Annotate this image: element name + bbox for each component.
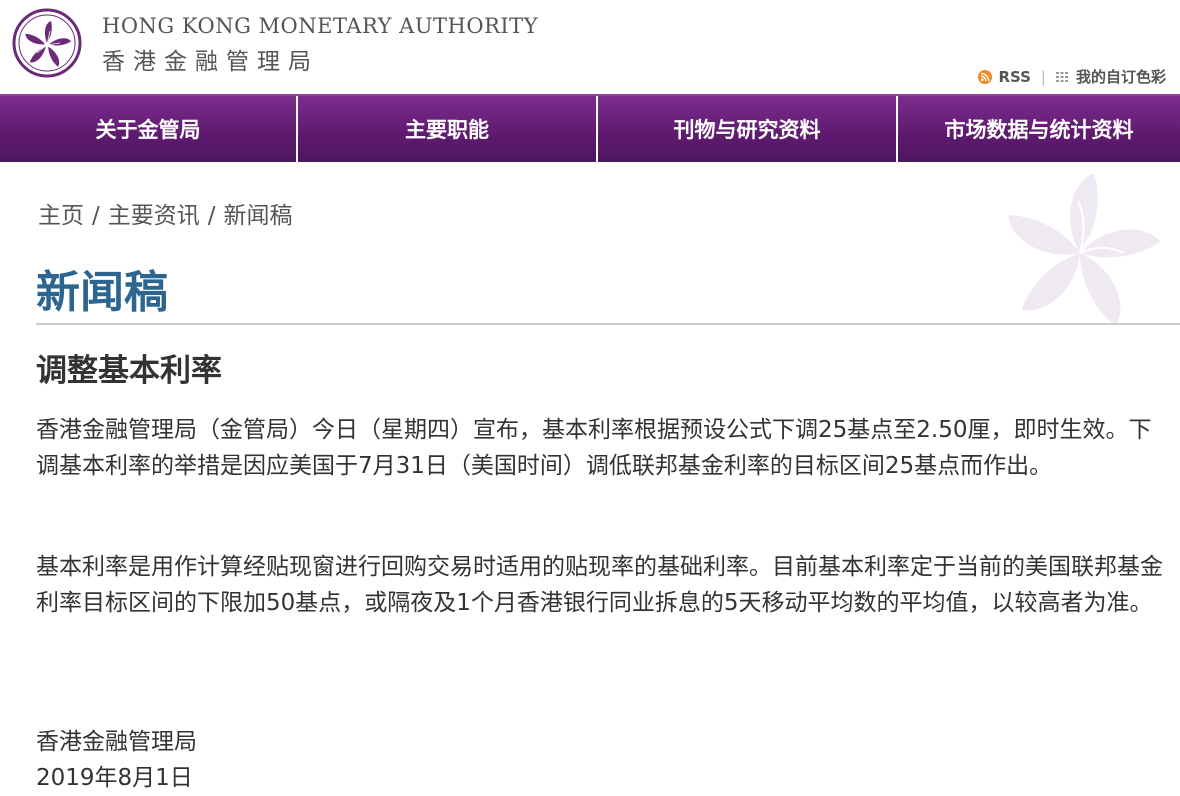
nav-item-market-data[interactable]: 市场数据与统计资料: [898, 96, 1180, 162]
breadcrumb-press-releases[interactable]: 新闻稿: [224, 203, 293, 229]
utility-links: RSS | 我的自订色彩: [978, 66, 1166, 87]
rss-icon[interactable]: [978, 69, 993, 84]
signoff-organization: 香港金融管理局: [36, 729, 197, 755]
breadcrumb-separator: /: [92, 203, 100, 229]
breadcrumb: 主页 / 主要资讯 / 新闻稿: [38, 196, 293, 230]
breadcrumb-key-info[interactable]: 主要资讯: [108, 203, 200, 229]
org-name-zh: 香港金融管理局: [102, 49, 319, 75]
site-header: HONG KONG MONETARY AUTHORITY 香港金融管理局 RSS…: [0, 0, 1180, 94]
breadcrumb-home[interactable]: 主页: [38, 203, 84, 229]
org-name-en: HONG KONG MONETARY AUTHORITY: [102, 14, 539, 38]
grid-dots-icon: [1055, 71, 1068, 82]
nav-item-key-functions[interactable]: 主要职能: [298, 96, 598, 162]
bauhinia-watermark-icon: [1008, 173, 1161, 326]
title-divider: [36, 323, 1180, 325]
signoff-date: 2019年8月1日: [36, 765, 193, 791]
nav-item-about[interactable]: 关于金管局: [0, 96, 298, 162]
rss-link[interactable]: RSS: [998, 68, 1030, 86]
page-title: 新闻稿: [36, 267, 168, 318]
custom-color-link[interactable]: 我的自订色彩: [1076, 66, 1166, 87]
article-paragraph: 基本利率是用作计算经贴现窗进行回购交易时适用的贴现率的基础利率。目前基本利率定于…: [36, 554, 1163, 616]
bauhinia-logo-icon[interactable]: [12, 8, 82, 78]
nav-item-publications[interactable]: 刊物与研究资料: [598, 96, 898, 162]
breadcrumb-separator: /: [207, 203, 216, 229]
main-nav: 关于金管局 主要职能 刊物与研究资料 市场数据与统计资料: [0, 94, 1180, 162]
page: HONG KONG MONETARY AUTHORITY 香港金融管理局 RSS…: [0, 0, 1180, 796]
utility-separator: |: [1040, 67, 1046, 86]
article-title: 调整基本利率: [36, 353, 222, 389]
article-paragraph: 香港金融管理局（金管局）今日（星期四）宣布，基本利率根据预设公式下调25基点至2…: [36, 417, 1152, 479]
